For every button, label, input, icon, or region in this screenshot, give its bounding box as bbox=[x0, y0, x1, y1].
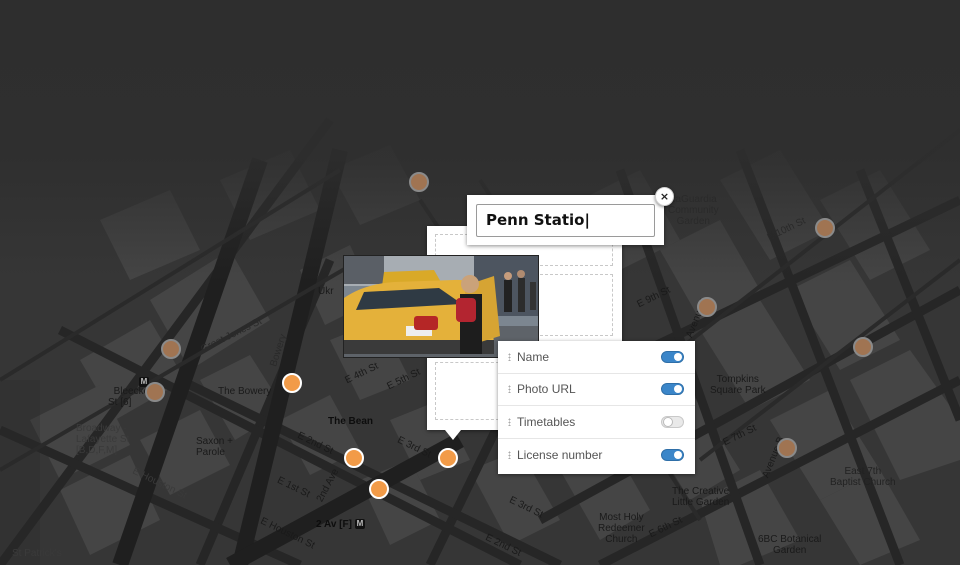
field-row-photo-url[interactable]: Photo URL bbox=[498, 374, 695, 406]
field-toggle-photo-url[interactable] bbox=[661, 383, 684, 396]
field-toggle-name[interactable] bbox=[661, 350, 684, 363]
map-label-the-bowery: The Bowery bbox=[218, 386, 272, 397]
close-button[interactable]: × bbox=[655, 187, 674, 206]
map-marker[interactable] bbox=[145, 382, 165, 402]
map-label-creative-garden: The Creative Little Garden bbox=[672, 486, 730, 508]
toggle-knob bbox=[663, 416, 673, 427]
map-label-community-garden: LaGuardia Community Garden bbox=[668, 194, 719, 227]
map-marker[interactable] bbox=[369, 479, 389, 499]
map-marker[interactable] bbox=[853, 337, 873, 357]
drag-handle-icon[interactable] bbox=[508, 352, 511, 361]
map-label-st-patricks: St Patrick's bbox=[12, 548, 62, 559]
map-label-2av-f-text: 2 Av [F] bbox=[316, 519, 352, 530]
map-label-most-holy: Most Holy Redeemer Church bbox=[598, 512, 645, 545]
map-marker[interactable] bbox=[777, 438, 797, 458]
drag-handle-icon[interactable] bbox=[508, 450, 511, 459]
field-row-license-number[interactable]: License number bbox=[498, 439, 695, 472]
field-label: Photo URL bbox=[517, 382, 576, 397]
map-label-saxon-parole: Saxon + Parole bbox=[196, 436, 233, 458]
map-label-the-bean: The Bean bbox=[328, 416, 374, 427]
map-marker[interactable] bbox=[161, 339, 181, 359]
map-label-broadway-lafayette: Broadway - Lafayette St [B,D,F,M] bbox=[76, 423, 130, 456]
map-label-6bc-garden: 6BC Botanical Garden bbox=[758, 534, 822, 556]
field-label: License number bbox=[517, 447, 603, 462]
toggle-knob bbox=[674, 385, 682, 394]
map-marker[interactable] bbox=[409, 172, 429, 192]
name-editor: Penn Statio| bbox=[467, 195, 664, 245]
map-label-2av-f: 2 Av [F] M bbox=[316, 519, 365, 530]
field-row-name[interactable]: Name bbox=[498, 341, 695, 374]
field-row-timetables[interactable]: Timetables bbox=[498, 406, 695, 439]
map-label-tompkins: Tompkins Square Park bbox=[710, 374, 766, 396]
fields-panel: Name Photo URL Timetables License number bbox=[498, 341, 695, 474]
subway-icon: M bbox=[354, 519, 365, 530]
drag-handle-icon[interactable] bbox=[508, 385, 511, 394]
map-marker[interactable] bbox=[282, 373, 302, 393]
place-name-input[interactable]: Penn Statio| bbox=[476, 204, 655, 237]
field-label: Timetables bbox=[517, 414, 576, 429]
toggle-knob bbox=[674, 352, 682, 361]
map-marker[interactable] bbox=[815, 218, 835, 238]
map-label-ukr: Ukr bbox=[318, 286, 334, 297]
field-toggle-timetables[interactable] bbox=[661, 415, 684, 428]
map-marker[interactable] bbox=[438, 448, 458, 468]
content-slot[interactable] bbox=[435, 362, 499, 420]
field-label: Name bbox=[517, 349, 550, 364]
drag-handle-icon[interactable] bbox=[508, 417, 511, 426]
field-toggle-license-number[interactable] bbox=[661, 448, 684, 461]
callout-tail bbox=[445, 430, 461, 440]
map-marker[interactable] bbox=[344, 448, 364, 468]
close-icon: × bbox=[659, 190, 670, 203]
toggle-knob bbox=[674, 450, 682, 459]
map-label-east-7th-baptist: East 7th Baptist Church bbox=[830, 466, 896, 488]
map-marker[interactable] bbox=[697, 297, 717, 317]
